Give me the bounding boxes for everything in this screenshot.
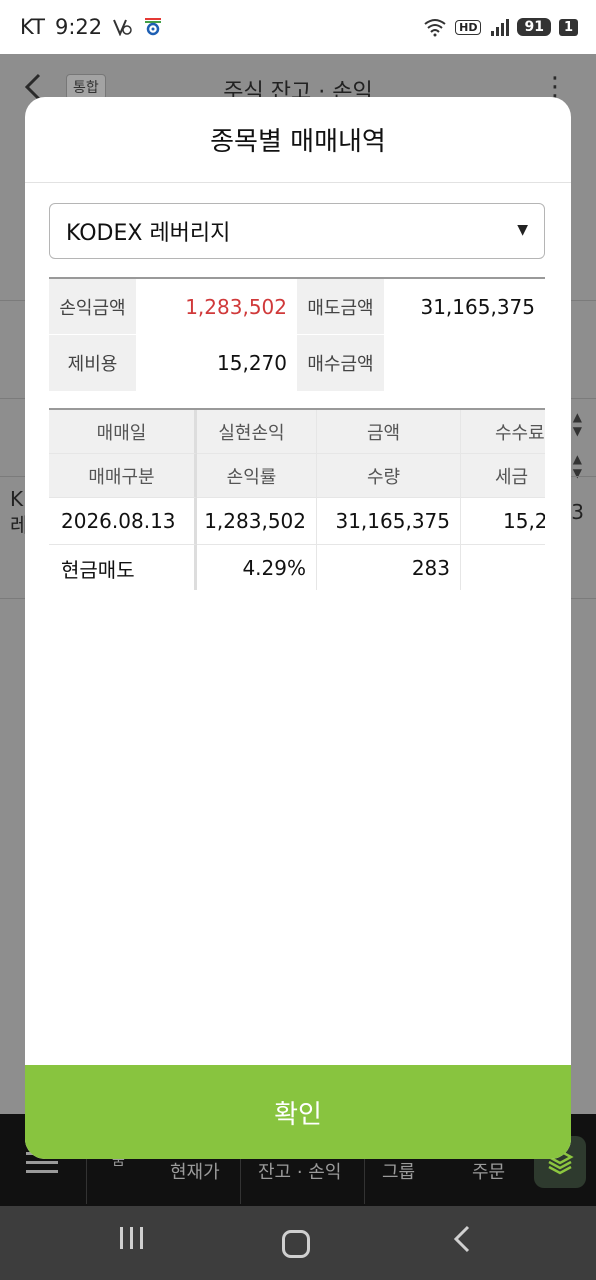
column-header: 매매일 <box>49 410 197 454</box>
hd-voice-icon: HD <box>455 19 482 35</box>
trade-history-dialog: 종목별 매매내역 KODEX 레버리지 ▼ 손익금액 1,283,502 매도금… <box>25 97 571 1159</box>
wifi-icon <box>423 17 447 37</box>
volte-icon <box>112 18 132 36</box>
confirm-button[interactable]: 확인 <box>25 1065 571 1159</box>
table-row[interactable]: 2026.08.13 1,283,502 31,165,375 15,2 <box>49 498 545 545</box>
profit-label: 손익금액 <box>49 279 136 334</box>
trade-fee: 15,2 <box>461 498 545 545</box>
profit-value: 1,283,502 <box>185 294 287 319</box>
dialog-title: 종목별 매매내역 <box>25 97 571 183</box>
tab-group[interactable]: 그룹 <box>382 1158 415 1184</box>
sell-amount-value: 31,165,375 <box>420 294 535 319</box>
battery-indicator: 91 <box>517 18 551 36</box>
buy-amount-label: 매수금액 <box>297 335 384 391</box>
fee-value: 15,270 <box>217 351 287 375</box>
location-app-icon <box>142 16 164 38</box>
column-header: 세금 <box>461 454 545 498</box>
tab-balance-pnl[interactable]: 잔고 · 손익 <box>258 1158 341 1184</box>
clock-time: 9:22 <box>54 15 103 39</box>
table-row[interactable]: 현금매도 4.29% 283 <box>49 545 545 590</box>
sort-icon[interactable]: ▲ ▼ <box>573 410 582 438</box>
column-header: 손익률 <box>197 454 317 498</box>
column-header: 금액 <box>317 410 461 454</box>
column-header: 수량 <box>317 454 461 498</box>
trades-table[interactable]: 매매일 실현손익 금액 수수료 매매구분 손익률 수량 세금 2026.08.1… <box>49 408 545 590</box>
back-nav-icon[interactable] <box>452 1224 472 1262</box>
column-header: 수수료 <box>461 410 545 454</box>
home-icon[interactable] <box>282 1230 310 1258</box>
profit-rate: 4.29% <box>197 545 317 590</box>
recent-apps-icon[interactable] <box>118 1224 146 1259</box>
realized-profit: 1,283,502 <box>197 498 317 545</box>
trade-tax <box>461 545 545 590</box>
trade-type: 현금매도 <box>49 545 197 590</box>
sim-indicator: 1 <box>558 18 578 36</box>
selected-stock-label: KODEX 레버리지 <box>66 221 231 246</box>
buy-amount-value <box>384 335 545 391</box>
summary-table: 손익금액 1,283,502 매도금액 31,165,375 제비용 15,27… <box>49 277 545 391</box>
table-header-row: 매매구분 손익률 수량 세금 <box>49 454 545 498</box>
status-bar: KT 9:22 HD 91 1 <box>0 0 596 54</box>
carrier-label: KT <box>20 15 45 39</box>
tab-order[interactable]: 주문 <box>472 1158 505 1184</box>
trade-quantity: 283 <box>317 545 461 590</box>
signal-icon <box>489 17 510 37</box>
table-header-row: 매매일 실현손익 금액 수수료 <box>49 410 545 454</box>
tab-current-price[interactable]: 현재가 <box>170 1158 220 1184</box>
dropdown-caret-icon: ▼ <box>517 222 528 238</box>
sell-amount-label: 매도금액 <box>297 279 384 334</box>
background-row-value: 3 <box>571 500 584 524</box>
stock-select-dropdown[interactable]: KODEX 레버리지 ▼ <box>49 203 545 259</box>
fee-label: 제비용 <box>49 335 136 391</box>
column-header: 매매구분 <box>49 454 197 498</box>
trade-date: 2026.08.13 <box>49 498 197 545</box>
column-header: 실현손익 <box>197 410 317 454</box>
system-navigation-bar <box>0 1206 596 1280</box>
trade-amount: 31,165,375 <box>317 498 461 545</box>
